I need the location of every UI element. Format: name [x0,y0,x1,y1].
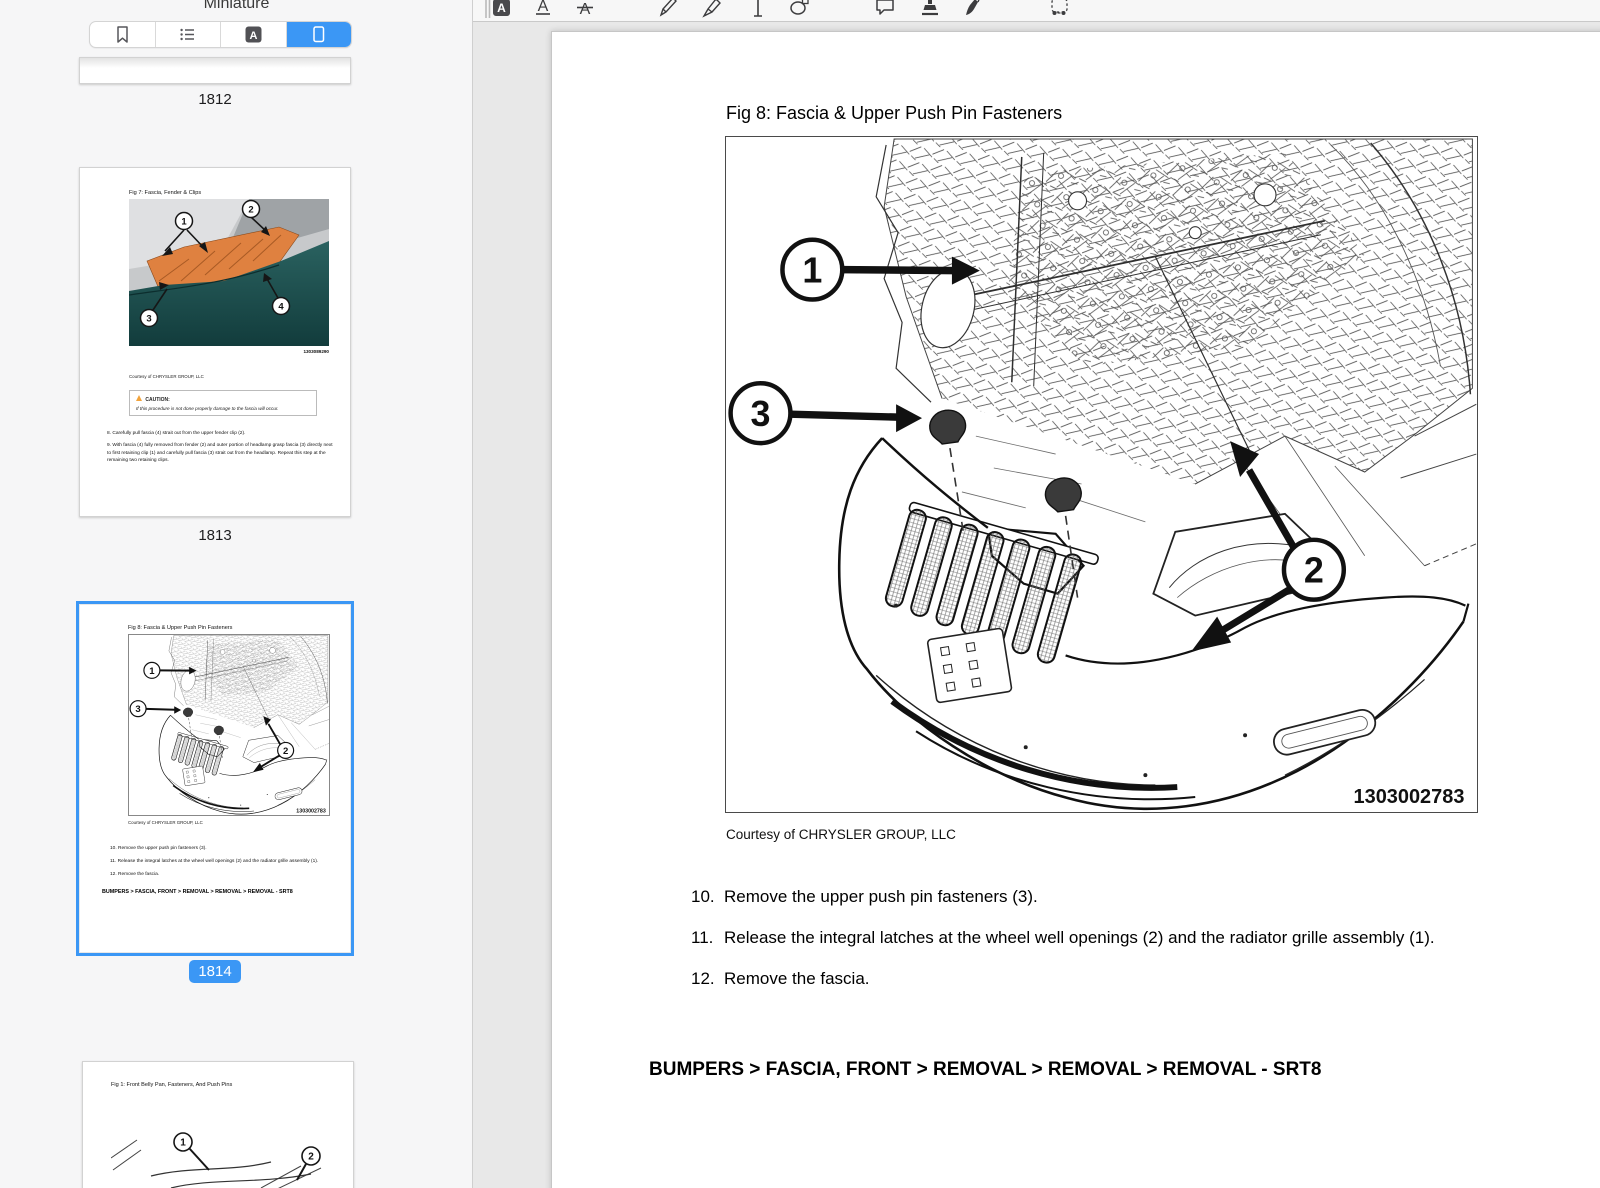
thumbnail-page-1812[interactable] [79,57,351,84]
svg-text:A: A [249,30,257,42]
page-thumbnails-icon [308,24,329,45]
thumbnail-page-1814[interactable]: Fig 8: Fascia & Upper Push Pin Fasteners… [79,604,351,953]
document-scroll-area[interactable]: Fig 8: Fascia & Upper Push Pin Fasteners… [473,22,1600,1188]
fig1-thumbnail-art: 1 2 [111,1096,337,1188]
svg-text:1: 1 [181,217,187,228]
procedure-step: 12.Remove the fascia. [691,969,1521,989]
procedure-step: 10.Remove the upper push pin fasteners (… [691,887,1521,907]
smart-select-icon[interactable] [1048,0,1072,20]
document-page-1814: Fig 8: Fascia & Upper Push Pin Fasteners… [551,31,1600,1188]
figure-title: Fig 8: Fascia & Upper Push Pin Fasteners [726,103,1062,124]
caution-box: CAUTION: If this procedure is not done p… [129,390,317,416]
text-select-icon[interactable] [746,0,770,20]
signature-pen-icon[interactable] [961,0,985,20]
section-breadcrumb-heading: BUMPERS > FASCIA, FRONT > REMOVAL > REMO… [649,1059,1321,1081]
sidebar-title: Miniature [0,0,473,13]
shapes-icon[interactable] [787,0,811,20]
svg-text:A: A [580,1,591,18]
thumbnail-page-1813[interactable]: Fig 7: Fascia, Fender & Clips 1 [79,167,351,517]
annotations-icon: A [243,24,264,45]
thumbnail-label-1813: 1813 [79,527,351,544]
svg-text:1: 1 [180,1138,186,1149]
procedure-step: 11.Release the integral latches at the w… [691,928,1521,948]
highlighter-icon[interactable] [700,0,724,20]
stamp-icon[interactable] [918,0,942,20]
mini-breadcrumb: BUMPERS > FASCIA, FRONT > REMOVAL > REMO… [102,889,293,895]
svg-text:3: 3 [146,314,151,325]
svg-text:A: A [538,0,549,15]
svg-text:A: A [497,1,506,15]
outline-icon [177,24,198,45]
figure-image [725,136,1478,813]
note-icon[interactable] [873,0,897,20]
tab-bookmarks[interactable] [90,22,156,47]
svg-text:2: 2 [308,1152,314,1163]
sidebar-view-switcher: A [89,21,352,48]
fig7-thumbnail-art: 1 2 3 4 [129,199,329,346]
svg-text:2: 2 [248,205,253,216]
thumbnail-label-1812: 1812 [79,91,351,108]
thumbnail-sidebar: Miniature A 1812 Fig 7: Fascia, Fender &… [0,0,473,1188]
fig8-thumbnail-art [128,634,330,816]
tab-thumbnails[interactable] [287,22,352,47]
tab-outline[interactable] [156,22,222,47]
thumbnail-label-1814-selected: 1814 [189,960,241,983]
annotation-toolbar: A A A [473,0,1600,22]
pencil-icon[interactable] [656,0,680,20]
courtesy-line: Courtesy of CHRYSLER GROUP, LLC [726,827,956,842]
warning-icon [136,395,142,401]
thumbnail-page-1815[interactable]: Fig 1: Front Belly Pan, Fasteners, And P… [82,1061,354,1188]
tab-annotations[interactable]: A [221,22,287,47]
fig7-image-number: 1303089290 [129,349,329,354]
svg-text:4: 4 [278,302,284,313]
underline-icon[interactable]: A [531,0,555,20]
fig8-line-drawing [726,137,1477,812]
strikethrough-icon[interactable]: A [573,0,597,20]
bookmark-icon [112,24,133,45]
highlight-style-icon[interactable]: A [489,0,513,20]
